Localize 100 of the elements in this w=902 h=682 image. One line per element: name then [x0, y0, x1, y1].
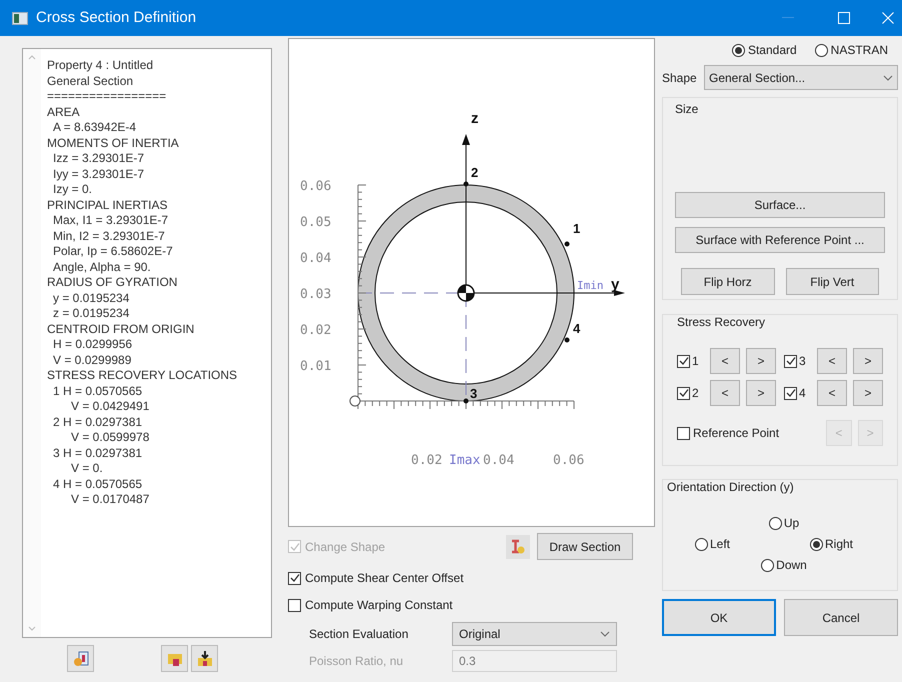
- next-button[interactable]: >: [853, 348, 883, 374]
- radio-button[interactable]: [695, 538, 708, 550]
- ok-button[interactable]: OK: [662, 599, 776, 636]
- report-line: V = 0.0170487: [70, 492, 150, 508]
- report-line: H = 0.0299956: [52, 337, 134, 352]
- radio-label: NASTRAN: [830, 42, 888, 59]
- report-line: General Section: [47, 74, 134, 89]
- axis-label: Imax: [449, 453, 480, 468]
- stress-point: [464, 398, 468, 404]
- report-line: V = 0.: [70, 461, 104, 476]
- axis-label: z: [471, 110, 478, 127]
- axis-tick-label: 0.06: [553, 453, 584, 468]
- next-button[interactable]: >: [853, 380, 883, 406]
- report-heading: STRESS RECOVERY LOCATIONS: [47, 368, 238, 384]
- radio-button[interactable]: [732, 44, 745, 56]
- chevron-down-icon: [600, 631, 610, 637]
- axis-tick-label: 0.02: [300, 323, 332, 338]
- shape-dropdown[interactable]: General Section...: [704, 65, 898, 90]
- axis-tick-label: 0.01: [300, 359, 332, 374]
- report-heading: CENTROID FROM ORIGIN: [47, 322, 196, 337]
- axis-tick-label: 0.02: [411, 453, 442, 468]
- section-evaluation-dropdown[interactable]: Original: [452, 622, 617, 646]
- group-title: Orientation Direction (y): [667, 479, 795, 496]
- report-line: Iyy = 3.29301E-7: [52, 166, 146, 182]
- field-label: Poisson Ratio, nu: [309, 653, 404, 670]
- report-heading: AREA: [47, 104, 81, 120]
- previous-button[interactable]: <: [710, 380, 740, 406]
- checkbox[interactable]: [288, 598, 301, 612]
- report-line: 1 H = 0.0570565: [52, 384, 144, 399]
- radio-label: Standard: [748, 42, 797, 59]
- flip-horizontal-button[interactable]: Flip Horz: [681, 268, 774, 295]
- checkbox-label: Compute Warping Constant: [305, 597, 453, 614]
- point-label: 1: [573, 221, 580, 236]
- checkbox[interactable]: [677, 354, 690, 368]
- report-line: =================: [47, 89, 168, 104]
- stress-point: [564, 338, 570, 342]
- report-heading: PRINCIPAL INERTIAS: [47, 198, 168, 213]
- stress-point: [464, 182, 468, 186]
- radio-button[interactable]: [761, 558, 774, 572]
- report-line: Izy = 0.: [52, 182, 94, 198]
- report-line: Min, I2 = 3.29301E-7: [52, 228, 166, 244]
- window-icon: [12, 12, 28, 24]
- report-line: 3 H = 0.0297381: [52, 446, 144, 461]
- report-line: Polar, Ip = 6.58602E-7: [52, 244, 174, 260]
- axis-tick-label: 0.04: [300, 251, 332, 266]
- report-line: Angle, Alpha = 90.: [52, 260, 152, 275]
- radio-button[interactable]: [814, 44, 828, 56]
- report-line: V = 0.0299989: [52, 352, 132, 368]
- checkbox-label: Change Shape: [305, 538, 386, 556]
- window-title: Cross Section Definition: [36, 8, 196, 28]
- flip-vertical-button[interactable]: Flip Vert: [786, 268, 879, 295]
- gear-document-icon[interactable]: [67, 645, 94, 672]
- checkbox-label: Compute Shear Center Offset: [305, 570, 464, 587]
- centroid-icon: [457, 284, 475, 302]
- close-icon[interactable]: [882, 12, 894, 24]
- axis-tick-label: 0.03: [300, 287, 332, 302]
- maximize-icon[interactable]: [838, 12, 850, 24]
- report-line: V = 0.0429491: [70, 399, 150, 414]
- next-button[interactable]: >: [746, 380, 776, 406]
- checkbox[interactable]: [677, 386, 690, 400]
- report-line: 2 H = 0.0297381: [52, 414, 144, 430]
- checkbox[interactable]: [288, 572, 301, 584]
- field-label: Shape: [662, 70, 698, 86]
- previous-button[interactable]: <: [710, 348, 740, 374]
- checkbox-label: 1: [692, 353, 700, 370]
- axis-tick-label: 0.04: [483, 453, 514, 468]
- report-line: Izz = 3.29301E-7: [52, 151, 146, 166]
- radio-button[interactable]: [768, 516, 782, 530]
- radio-label: Down: [776, 557, 807, 574]
- report-heading: MOMENTS OF INERTIA: [47, 136, 180, 151]
- radio-label: Right: [824, 536, 853, 553]
- axis-tick-label: 0.05: [300, 215, 332, 230]
- checkbox[interactable]: [784, 354, 797, 368]
- radio-label: Left: [710, 536, 730, 553]
- stress-point: [564, 242, 570, 246]
- field-label: Section Evaluation: [309, 626, 410, 643]
- report-line: Property 4 : Untitled: [47, 58, 154, 74]
- draw-section-button[interactable]: Draw Section: [537, 533, 633, 560]
- point-label: 4: [573, 321, 580, 336]
- previous-button[interactable]: <: [817, 348, 847, 374]
- group-title: Stress Recovery: [677, 314, 766, 331]
- point-label: 2: [471, 165, 478, 180]
- origin-marker: [350, 396, 360, 406]
- axis-tick-label: 0.06: [300, 179, 332, 194]
- checkbox[interactable]: [784, 386, 797, 400]
- section-tool-icon[interactable]: [506, 534, 530, 558]
- cancel-button[interactable]: Cancel: [784, 599, 898, 636]
- checkbox-label: 4: [799, 385, 807, 402]
- point-label: 3: [470, 386, 478, 401]
- previous-button[interactable]: <: [817, 380, 847, 406]
- chevron-down-icon: [883, 74, 893, 80]
- radio-button[interactable]: [810, 538, 823, 550]
- report-line: z = 0.0195234: [52, 306, 130, 322]
- surface-reference-button[interactable]: Surface with Reference Point ...: [675, 227, 885, 253]
- surface-button[interactable]: Surface...: [675, 192, 885, 218]
- folder-icon[interactable]: [161, 645, 188, 672]
- import-icon[interactable]: [191, 645, 218, 672]
- report-line: A = 8.63942E-4: [52, 120, 138, 136]
- axis-label: y: [611, 276, 620, 293]
- next-button[interactable]: >: [746, 348, 776, 374]
